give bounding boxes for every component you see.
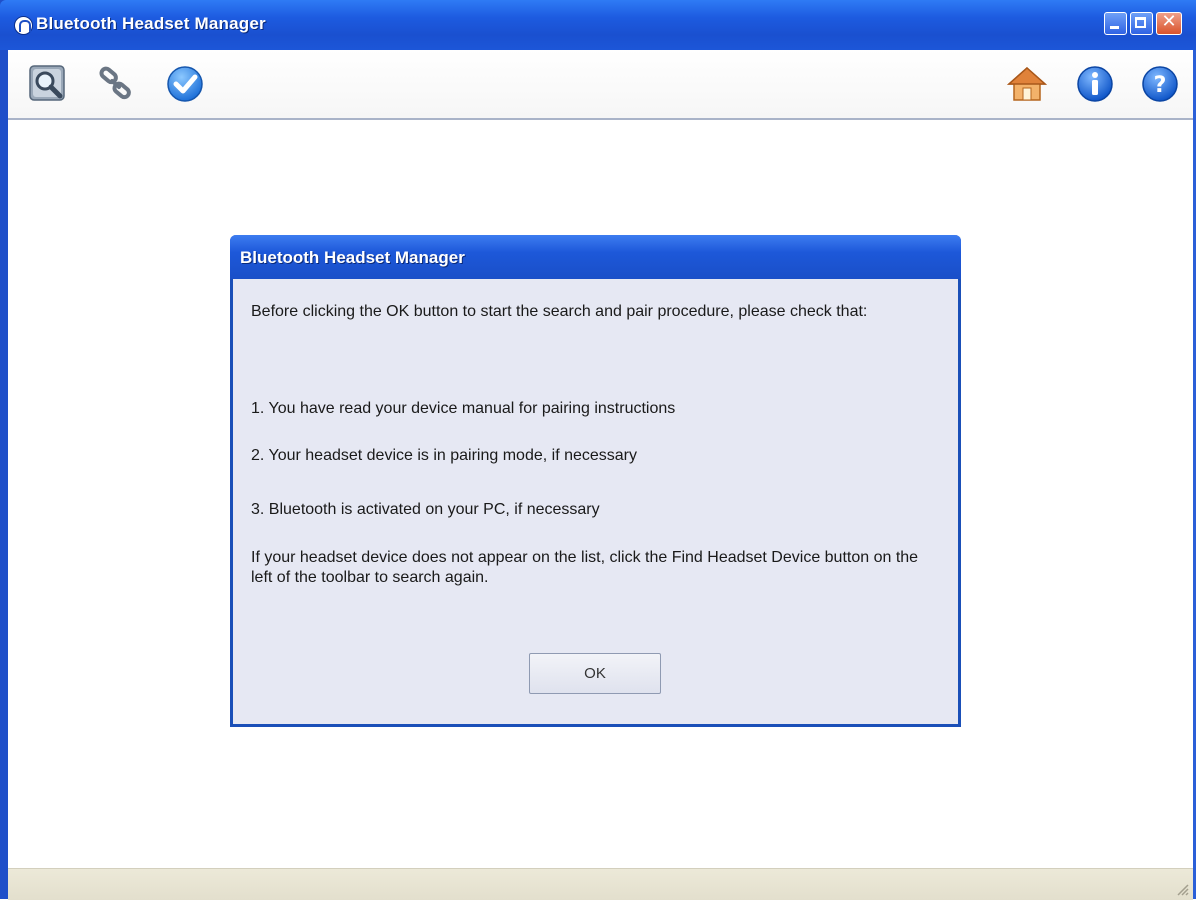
close-icon: ✕ [1161, 11, 1177, 32]
confirm-button[interactable] [165, 64, 205, 104]
checkmark-icon [167, 66, 203, 102]
headset-app-icon [14, 16, 33, 35]
main-window: Bluetooth Headset Manager ✕ ? Bluetooth … [0, 0, 1196, 900]
close-button[interactable]: ✕ [1156, 11, 1182, 35]
link-icon [99, 66, 131, 100]
help-icon: ? [1142, 66, 1178, 102]
dialog-intro-text: Before clicking the OK button to start t… [251, 303, 868, 320]
checklist-item: 1. You have read your device manual for … [251, 400, 676, 417]
maximize-icon [1135, 17, 1146, 28]
pairing-dialog: Bluetooth Headset Manager Before clickin… [230, 235, 961, 727]
svg-text:?: ? [1154, 73, 1167, 98]
window-title: Bluetooth Headset Manager [36, 14, 266, 33]
dialog-outro-text: If your headset device does not appear o… [251, 549, 919, 586]
dialog-title-bar[interactable]: Bluetooth Headset Manager [230, 235, 961, 279]
checklist-item: 2. Your headset device is in pairing mod… [251, 447, 638, 464]
minimize-icon [1110, 26, 1119, 29]
minimize-button[interactable] [1104, 12, 1127, 35]
title-bar[interactable]: Bluetooth Headset Manager ✕ [0, 0, 1196, 50]
home-button[interactable] [1007, 64, 1047, 104]
status-bar [8, 868, 1193, 900]
checklist-item: 3. Bluetooth is activated on your PC, if… [251, 501, 600, 518]
dialog-title: Bluetooth Headset Manager [240, 248, 465, 267]
pair-link-button[interactable] [96, 64, 136, 104]
find-headset-icon [29, 65, 65, 101]
info-button[interactable] [1075, 64, 1115, 104]
toolbar: ? [8, 50, 1193, 120]
home-icon [1007, 66, 1047, 101]
resize-grip-icon[interactable] [1175, 882, 1189, 896]
maximize-button[interactable] [1130, 12, 1153, 35]
info-icon [1077, 66, 1113, 102]
find-headset-button[interactable] [28, 64, 68, 104]
ok-button[interactable]: OK [529, 653, 661, 694]
help-button[interactable]: ? [1140, 64, 1180, 104]
